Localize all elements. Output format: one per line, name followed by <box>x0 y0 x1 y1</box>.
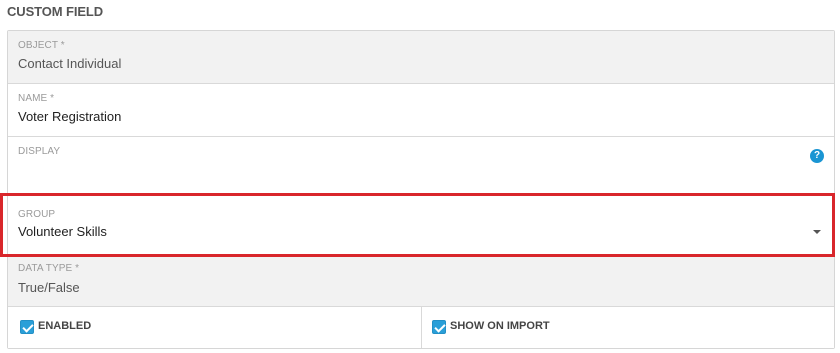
page-title: CUSTOM FIELD <box>7 4 104 19</box>
display-label: DISPLAY <box>18 146 61 157</box>
group-value[interactable]: Volunteer Skills <box>18 224 107 239</box>
display-field[interactable]: DISPLAY ? <box>8 137 834 194</box>
checkbox-row: ENABLED SHOW ON IMPORT <box>8 307 834 348</box>
name-field[interactable]: NAME * Voter Registration <box>8 84 834 137</box>
show-on-import-checkbox[interactable] <box>432 320 446 334</box>
help-icon[interactable]: ? <box>810 149 824 163</box>
custom-field-form: OBJECT * Contact Individual NAME * Voter… <box>7 30 835 349</box>
group-label: GROUP <box>18 209 56 220</box>
name-label: NAME * <box>18 93 55 104</box>
name-input[interactable]: Voter Registration <box>18 109 121 124</box>
data-type-field: DATA TYPE * True/False <box>8 257 834 307</box>
object-label: OBJECT * <box>18 40 65 51</box>
data-type-value: True/False <box>18 280 80 295</box>
show-on-import-label[interactable]: SHOW ON IMPORT <box>450 320 550 332</box>
show-on-import-option[interactable]: SHOW ON IMPORT <box>422 307 834 348</box>
enabled-option[interactable]: ENABLED <box>8 307 422 348</box>
data-type-label: DATA TYPE * <box>18 263 80 274</box>
object-field: OBJECT * Contact Individual <box>8 31 834 84</box>
group-select[interactable]: GROUP Volunteer Skills <box>8 194 834 257</box>
object-value: Contact Individual <box>18 56 122 71</box>
chevron-down-icon[interactable] <box>813 230 821 234</box>
enabled-label[interactable]: ENABLED <box>38 320 91 332</box>
enabled-checkbox[interactable] <box>20 320 34 334</box>
